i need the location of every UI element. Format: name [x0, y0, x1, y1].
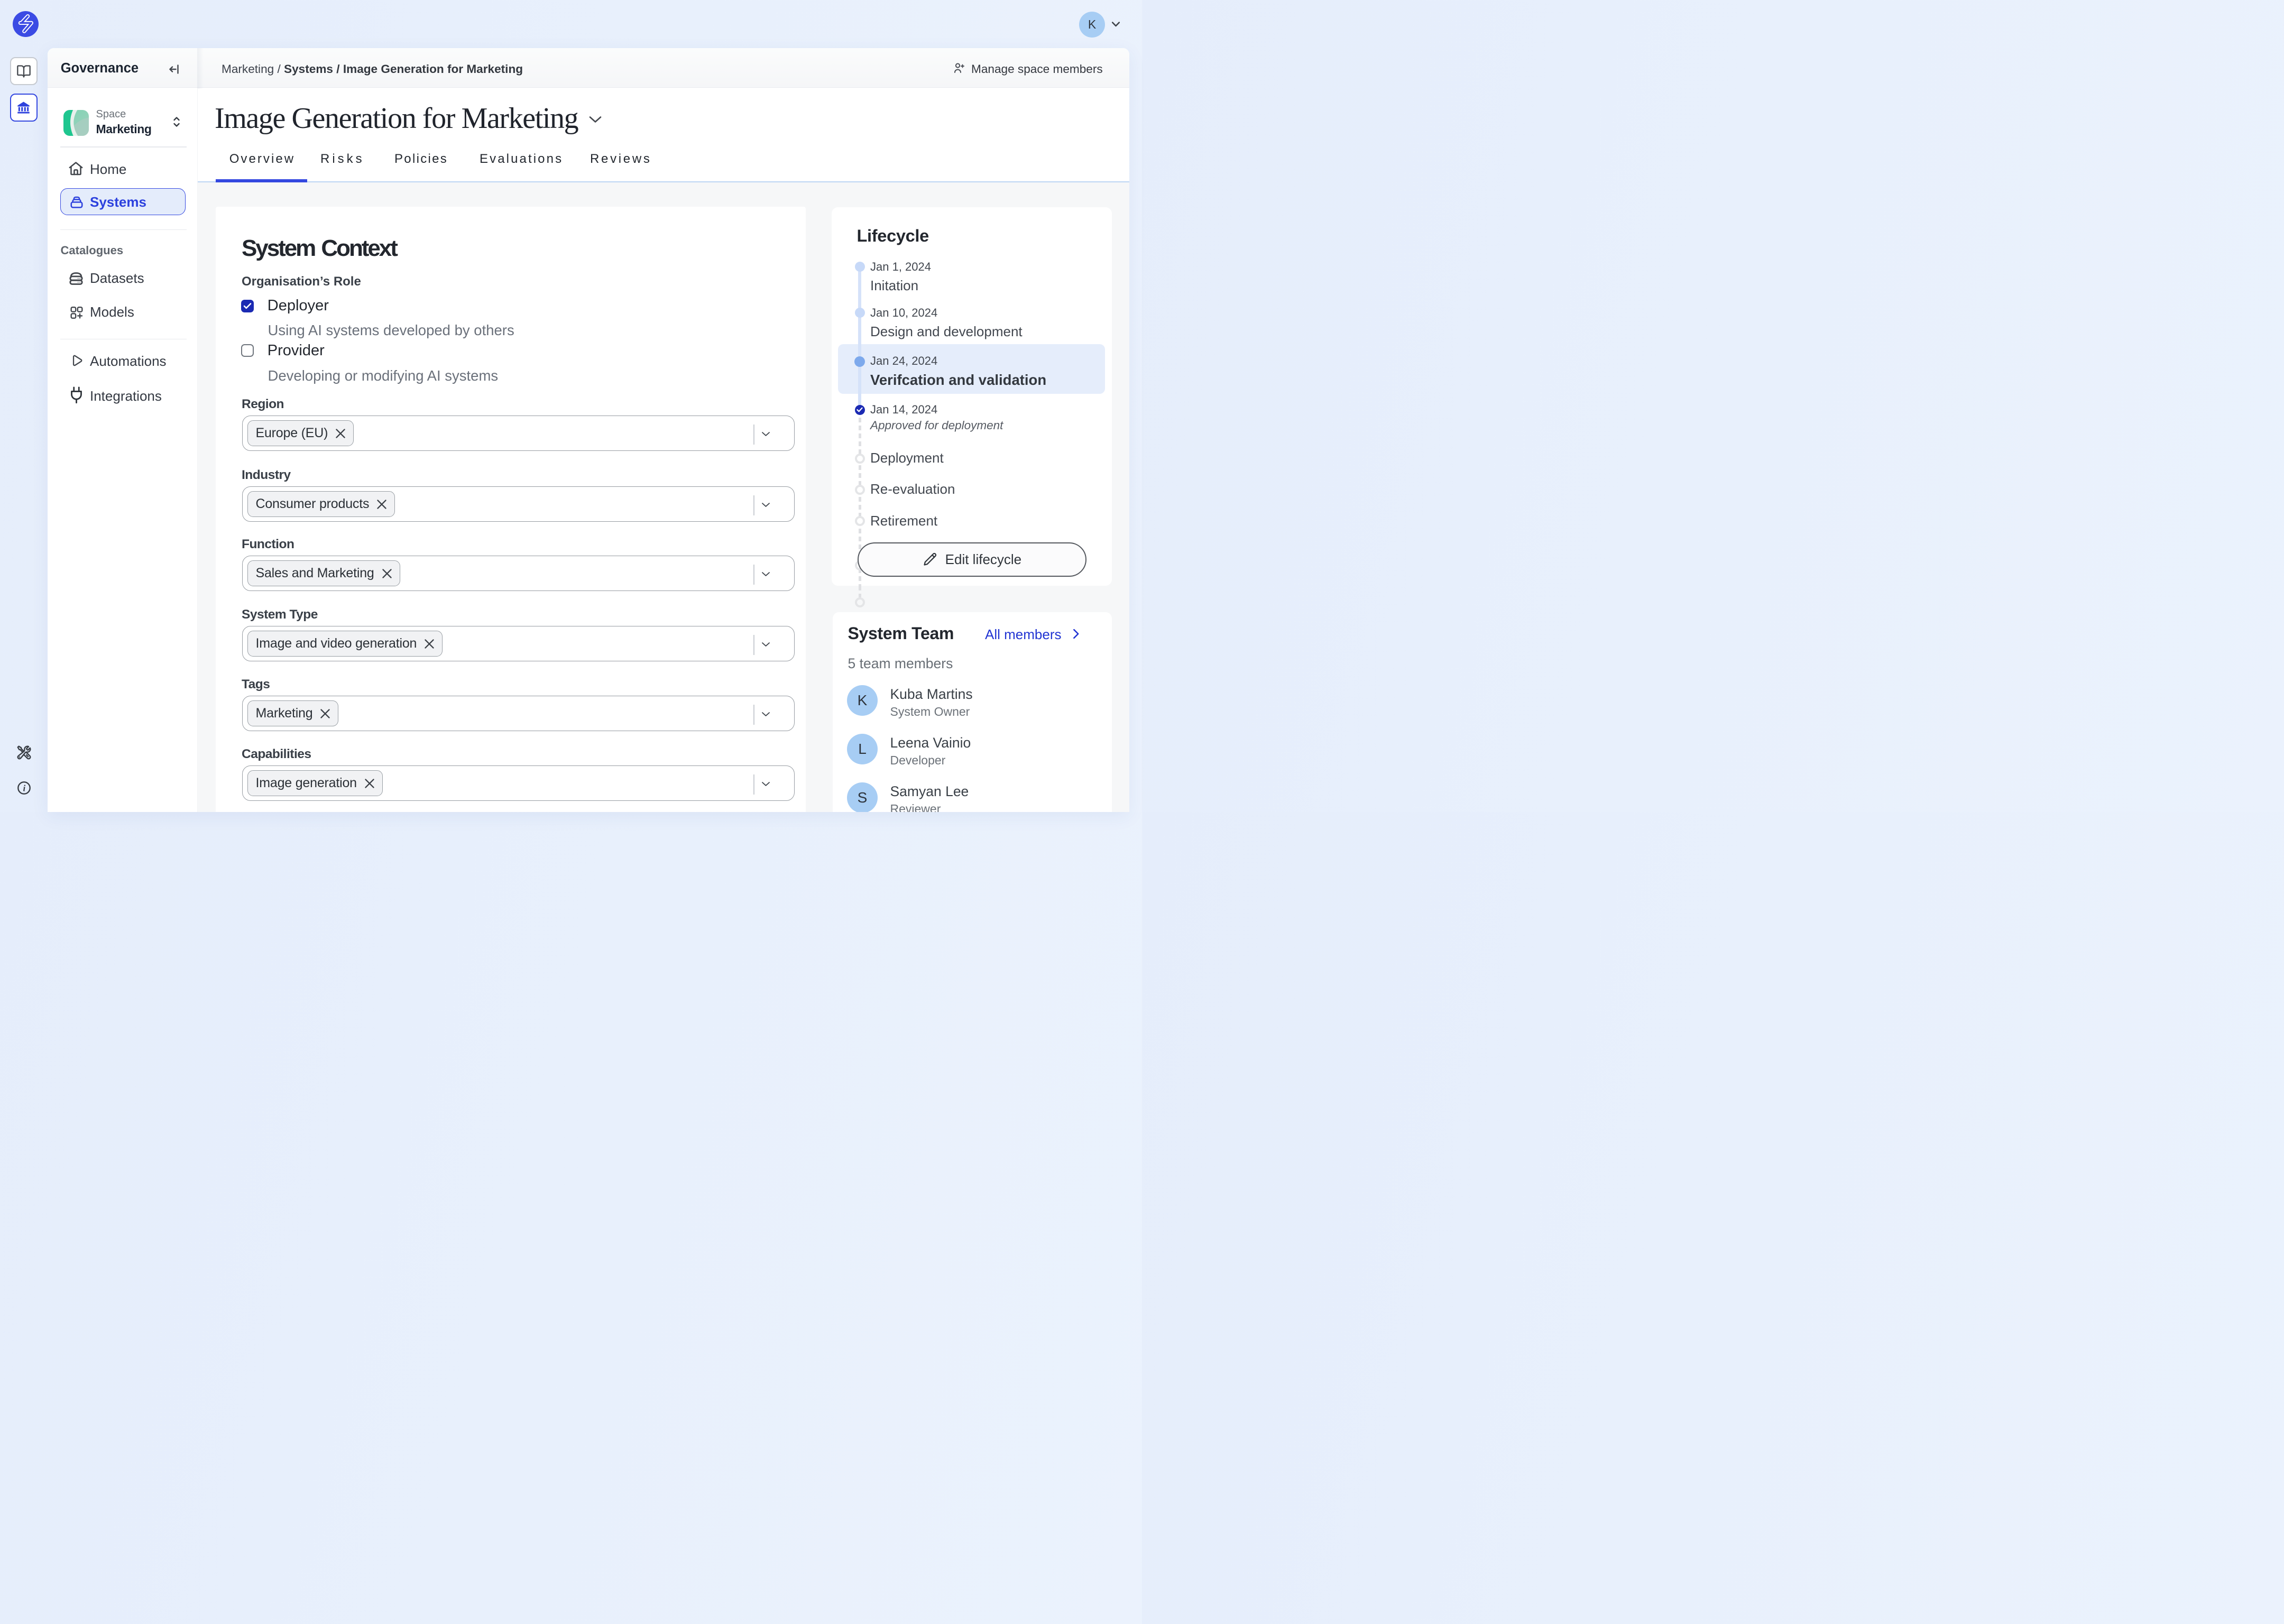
svg-text:i: i [23, 783, 26, 793]
